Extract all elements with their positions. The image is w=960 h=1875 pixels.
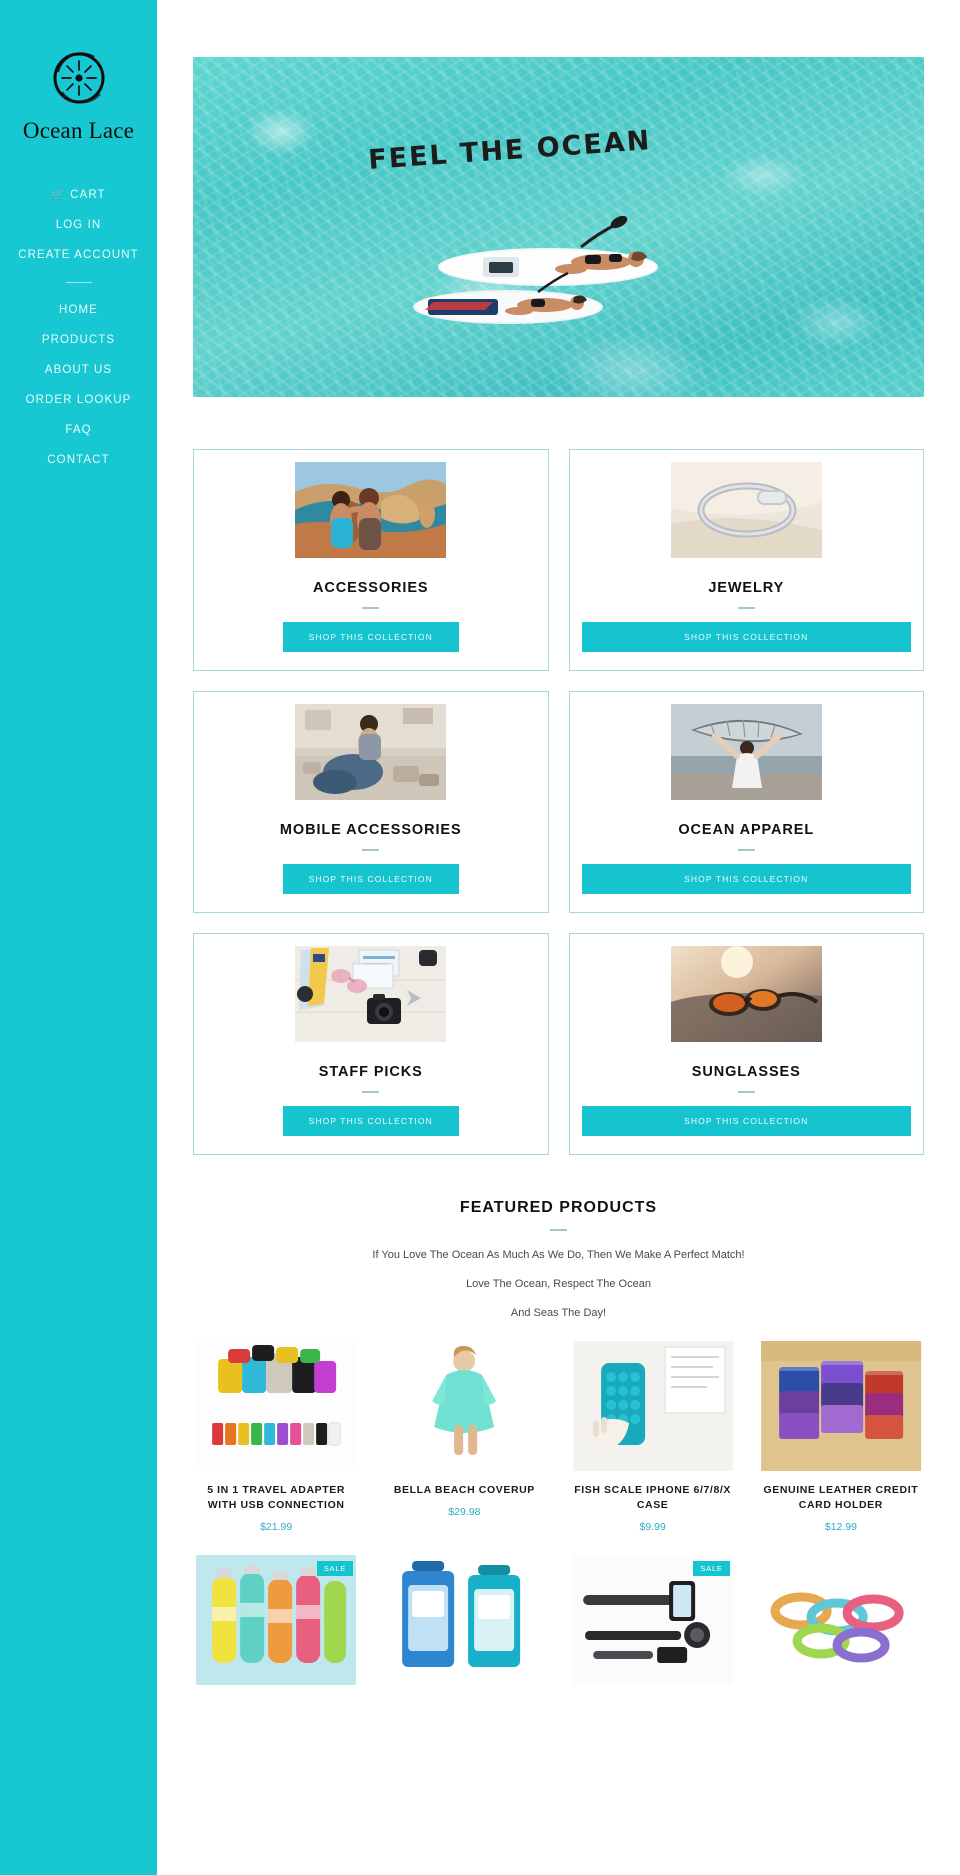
featured-heading: FEATURED PRODUCTS [459,1199,658,1216]
sidebar-item-cart[interactable]: 🛒 CART [0,179,157,210]
divider-dash [362,607,380,609]
product-card[interactable]: SALE [193,1555,359,1697]
sidebar: Ocean Lace 🛒 CART LOG IN CREATE ACCOUNT H… [0,0,157,1875]
collection-image [670,704,822,800]
product-price: $12.99 [824,1521,857,1534]
product-card[interactable]: GENUINE LEATHER CREDIT CARD HOLDER $12.9… [758,1341,924,1533]
product-card[interactable] [381,1555,547,1697]
sidebar-nav: 🛒 CART LOG IN CREATE ACCOUNT HOME PRODUCT… [0,179,157,475]
product-name: GENUINE LEATHER CREDIT CARD HOLDER [763,1484,919,1512]
collection-title: STAFF PICKS [318,1064,423,1080]
main-content: FEEL THE OCEAN ACCESSORIES SHOP THIS COL… [157,0,960,1875]
brand-name: Ocean Lace [22,118,135,143]
sidebar-item-home[interactable]: HOME [0,295,157,325]
divider-dash [362,849,380,851]
status-badge: SALE [316,1561,354,1577]
collection-card-sunglasses[interactable]: SUNGLASSES SHOP THIS COLLECTION [568,933,924,1155]
product-image [570,1341,736,1471]
featured-tagline-3: And Seas The Day! [510,1307,607,1319]
shopping-cart-icon: 🛒 [51,189,67,201]
sidebar-item-label: CART [70,189,106,201]
product-price: $9.99 [639,1521,666,1534]
product-image [758,1555,924,1686]
shop-collection-button[interactable]: SHOP THIS COLLECTION [282,1106,459,1136]
featured-products-section: FEATURED PRODUCTS If You Love The Ocean … [193,1199,924,1319]
page-root: Ocean Lace 🛒 CART LOG IN CREATE ACCOUNT H… [0,0,960,1875]
product-price: $29.98 [448,1506,481,1519]
sidebar-item-products[interactable]: PRODUCTS [0,325,157,355]
hero-headline: FEEL THE OCEAN [367,125,653,176]
sidebar-item-contact[interactable]: CONTACT [0,445,157,475]
product-image [381,1341,547,1471]
shop-collection-button[interactable]: SHOP THIS COLLECTION [581,622,911,652]
sidebar-divider [65,282,92,283]
shop-collection-button[interactable]: SHOP THIS COLLECTION [282,622,459,652]
divider-dash [550,1229,567,1231]
product-card[interactable]: FISH SCALE IPHONE 6/7/8/X CASE $9.99 [570,1341,736,1533]
featured-tagline-1: If You Love The Ocean As Much As We Do, … [372,1249,745,1261]
product-price: $21.99 [260,1521,293,1534]
featured-tagline-2: Love The Ocean, Respect The Ocean [466,1278,651,1290]
collection-card-ocean-apparel[interactable]: OCEAN APPAREL SHOP THIS COLLECTION [568,691,924,913]
brand-logo[interactable]: Ocean Lace [0,48,157,144]
collection-title: SUNGLASSES [691,1064,801,1080]
product-name: FISH SCALE IPHONE 6/7/8/X CASE [574,1484,732,1512]
product-image [758,1341,924,1471]
collection-card-staff-picks[interactable]: STAFF PICKS SHOP THIS COLLECTION [193,933,549,1155]
status-badge: SALE [693,1561,730,1577]
product-image [381,1555,547,1686]
collection-image [670,462,822,558]
collection-card-mobile-accessories[interactable]: MOBILE ACCESSORIES SHOP THIS COLLECTION [193,691,549,913]
shop-collection-button[interactable]: SHOP THIS COLLECTION [581,1106,911,1136]
sidebar-item-order-lookup[interactable]: ORDER LOOKUP [0,385,157,415]
product-card[interactable] [758,1555,924,1697]
collection-title: OCEAN APPAREL [678,822,815,838]
divider-dash [737,849,755,851]
collection-title: MOBILE ACCESSORIES [279,822,462,838]
product-name: 5 IN 1 TRAVEL ADAPTER WITH USB CONNECTIO… [207,1484,346,1512]
collection-card-jewelry[interactable]: JEWELRY SHOP THIS COLLECTION [568,449,924,671]
divider-dash [737,1091,755,1093]
divider-dash [737,607,755,609]
product-image [193,1341,359,1471]
collection-title: JEWELRY [708,580,785,596]
sidebar-item-log-in[interactable]: LOG IN [0,210,157,240]
sidebar-item-create-account[interactable]: CREATE ACCOUNT [0,240,157,270]
product-card[interactable]: 5 IN 1 TRAVEL ADAPTER WITH USB CONNECTIO… [193,1341,359,1533]
divider-dash [362,1091,380,1093]
product-card[interactable]: SALE [570,1555,736,1697]
shop-collection-button[interactable]: SHOP THIS COLLECTION [282,864,459,894]
sidebar-item-about-us[interactable]: ABOUT US [0,355,157,385]
collection-image [295,946,447,1042]
hero-paddleboarders-illustration [333,207,693,337]
product-card[interactable]: BELLA BEACH COVERUP $29.98 [381,1341,547,1533]
sidebar-item-faq[interactable]: FAQ [0,415,157,445]
collections-grid: ACCESSORIES SHOP THIS COLLECTION JEWELRY… [193,449,924,1155]
shop-collection-button[interactable]: SHOP THIS COLLECTION [581,864,911,894]
compass-sun-icon [48,48,110,110]
collection-image [295,704,447,800]
product-grid: 5 IN 1 TRAVEL ADAPTER WITH USB CONNECTIO… [193,1341,924,1697]
collection-image [670,946,822,1042]
collection-image [295,462,447,558]
hero-banner[interactable]: FEEL THE OCEAN [193,57,924,397]
collection-title: ACCESSORIES [313,580,429,596]
product-name: BELLA BEACH COVERUP [393,1484,535,1496]
collection-card-accessories[interactable]: ACCESSORIES SHOP THIS COLLECTION [193,449,549,671]
